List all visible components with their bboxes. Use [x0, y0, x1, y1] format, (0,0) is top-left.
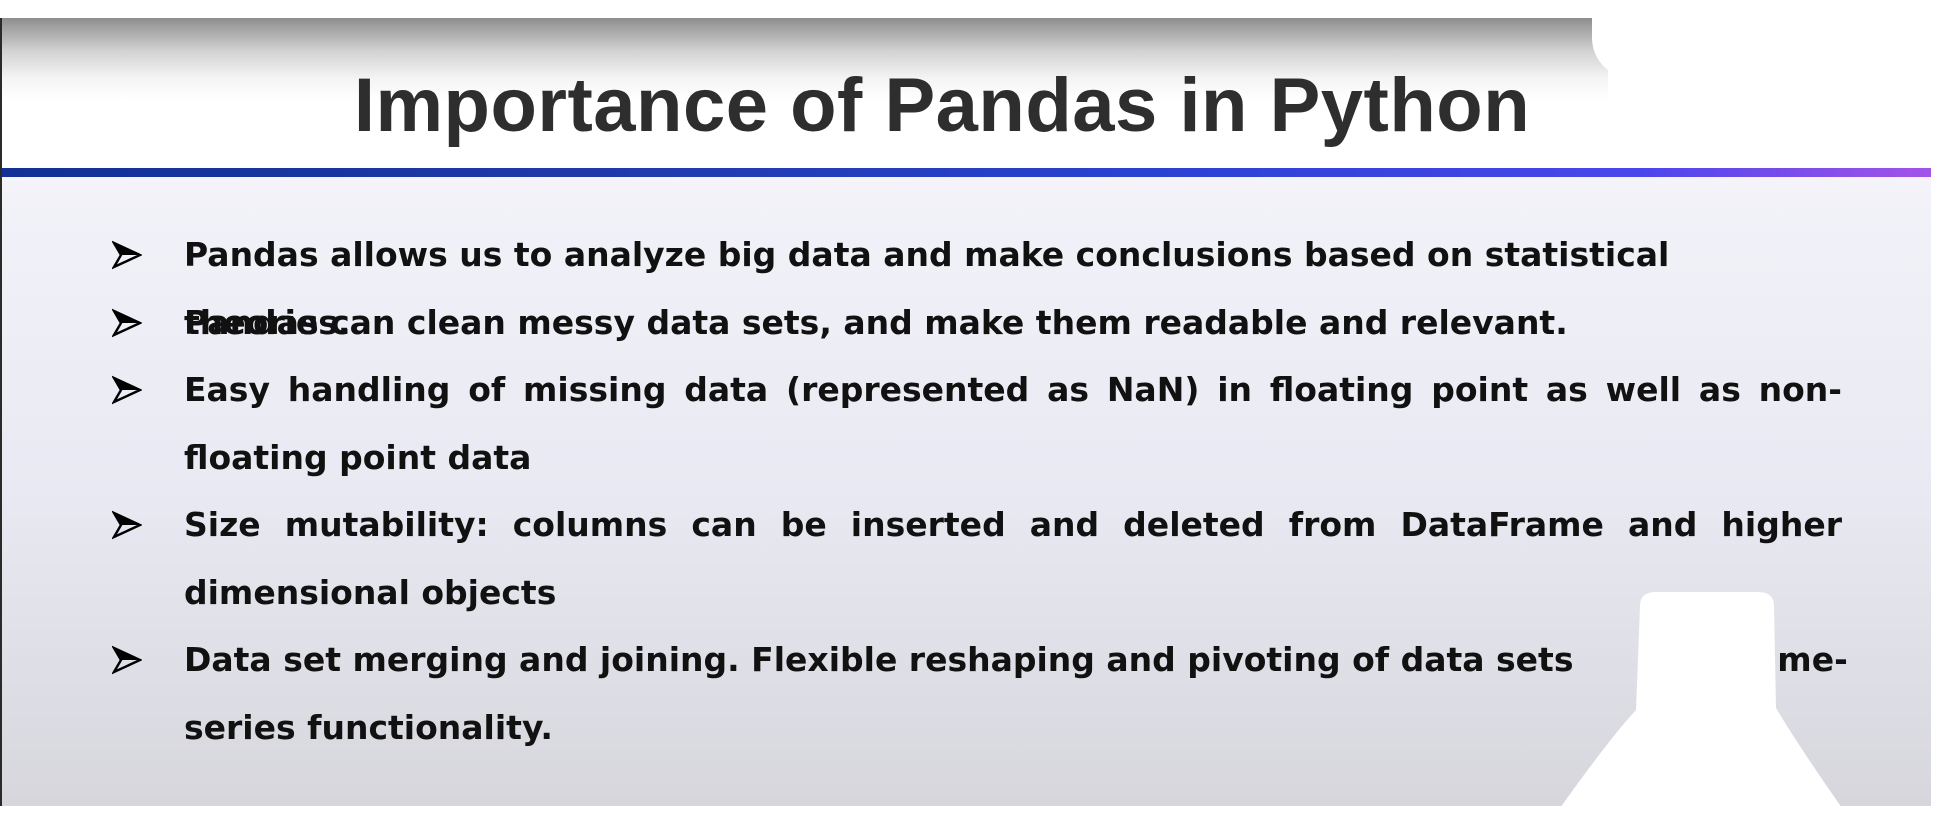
arrowhead-bullet-icon: [112, 308, 142, 338]
slide-title: Importance of Pandas in Python: [353, 63, 1531, 148]
arrowhead-bullet-icon: [112, 510, 142, 540]
bullet-text: Data set merging and joining. Flexible r…: [184, 640, 1584, 679]
title-divider: [2, 168, 1931, 177]
bullet-text: Pandas can clean messy data sets, and ma…: [184, 303, 1568, 342]
arrowhead-bullet-icon: [112, 240, 142, 270]
arrowhead-bullet-icon: [112, 645, 142, 675]
arrowhead-bullet-icon: [112, 375, 142, 405]
bullet-text: Easy handling of missing data (represent…: [184, 370, 1842, 477]
top-right-occlusion: [1608, 18, 1938, 158]
bottom-right-occlusion: [1560, 592, 1842, 808]
